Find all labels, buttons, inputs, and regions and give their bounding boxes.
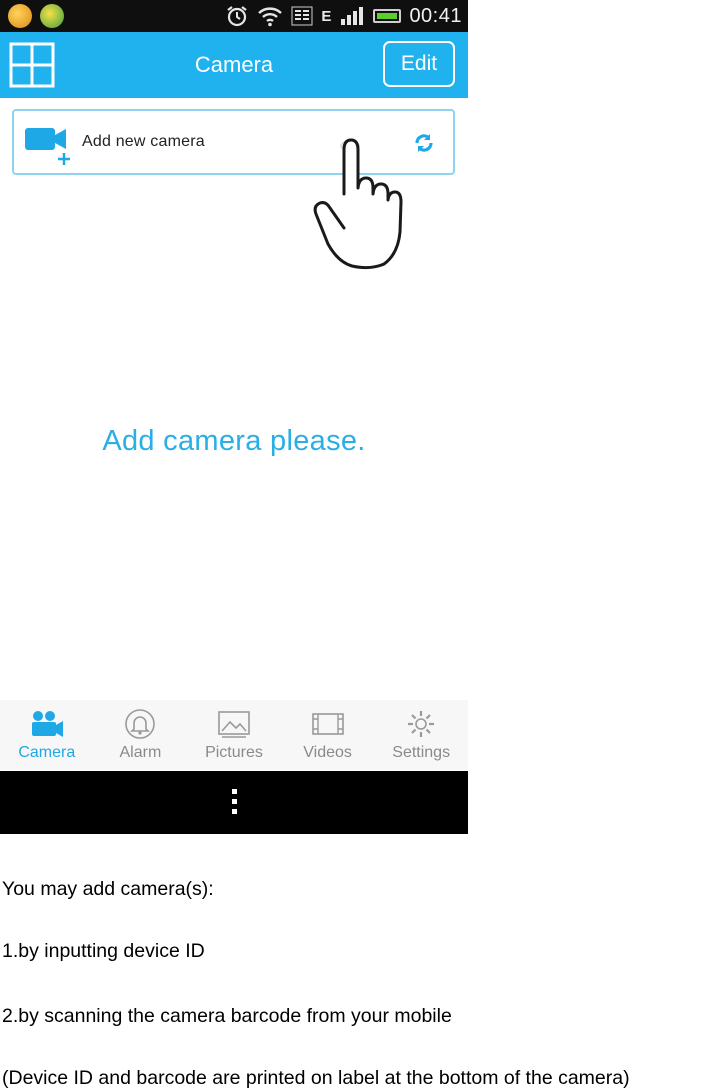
phone-screenshot: E 00:41 Camera Edit Add new camera Add c…	[0, 0, 468, 834]
camera-tab-icon	[31, 711, 63, 737]
empty-state-message: Add camera please.	[102, 425, 366, 457]
instructions-step-2: 2.by scanning the camera barcode from yo…	[2, 1005, 452, 1027]
tab-videos[interactable]: Videos	[281, 700, 375, 770]
bell-icon	[125, 709, 156, 739]
edit-button[interactable]: Edit	[383, 41, 455, 87]
grid-icon[interactable]	[9, 42, 55, 88]
signal-icon	[341, 7, 364, 25]
network-type: E	[321, 7, 332, 25]
refresh-icon[interactable]	[412, 131, 436, 155]
data-3g-icon	[291, 6, 313, 26]
tab-alarm[interactable]: Alarm	[94, 700, 188, 770]
status-bar: E 00:41	[0, 0, 468, 32]
system-nav-bar	[0, 771, 468, 834]
tab-bar: Camera Alarm Pictures Videos Settings	[0, 700, 468, 770]
tab-settings[interactable]: Settings	[374, 700, 468, 770]
gear-icon	[408, 711, 435, 737]
tab-label: Settings	[392, 744, 451, 761]
tab-label: Alarm	[119, 744, 162, 761]
status-time: 00:41	[409, 4, 462, 27]
app-icon-2	[40, 4, 64, 28]
battery-icon	[373, 9, 402, 23]
tab-label: Camera	[18, 744, 76, 761]
overflow-menu-icon[interactable]	[226, 787, 242, 819]
tab-label: Videos	[303, 744, 352, 761]
hand-pointer-icon	[313, 138, 403, 270]
tab-camera[interactable]: Camera	[0, 700, 94, 770]
alarm-clock-icon	[227, 6, 248, 27]
pictures-icon	[218, 711, 250, 738]
tab-label: Pictures	[205, 744, 263, 761]
tab-pictures[interactable]: Pictures	[187, 700, 281, 770]
app-icon-1	[8, 4, 32, 28]
instructions-intro: You may add camera(s):	[2, 878, 214, 900]
instructions-step-1: 1.by inputting device ID	[2, 940, 205, 962]
add-camera-icon	[25, 128, 70, 165]
add-camera-label: Add new camera	[82, 133, 205, 150]
instructions-note: (Device ID and barcode are printed on la…	[2, 1067, 630, 1089]
wifi-icon	[258, 7, 283, 27]
film-icon	[311, 713, 344, 735]
nav-bar: Camera Edit	[0, 32, 468, 98]
